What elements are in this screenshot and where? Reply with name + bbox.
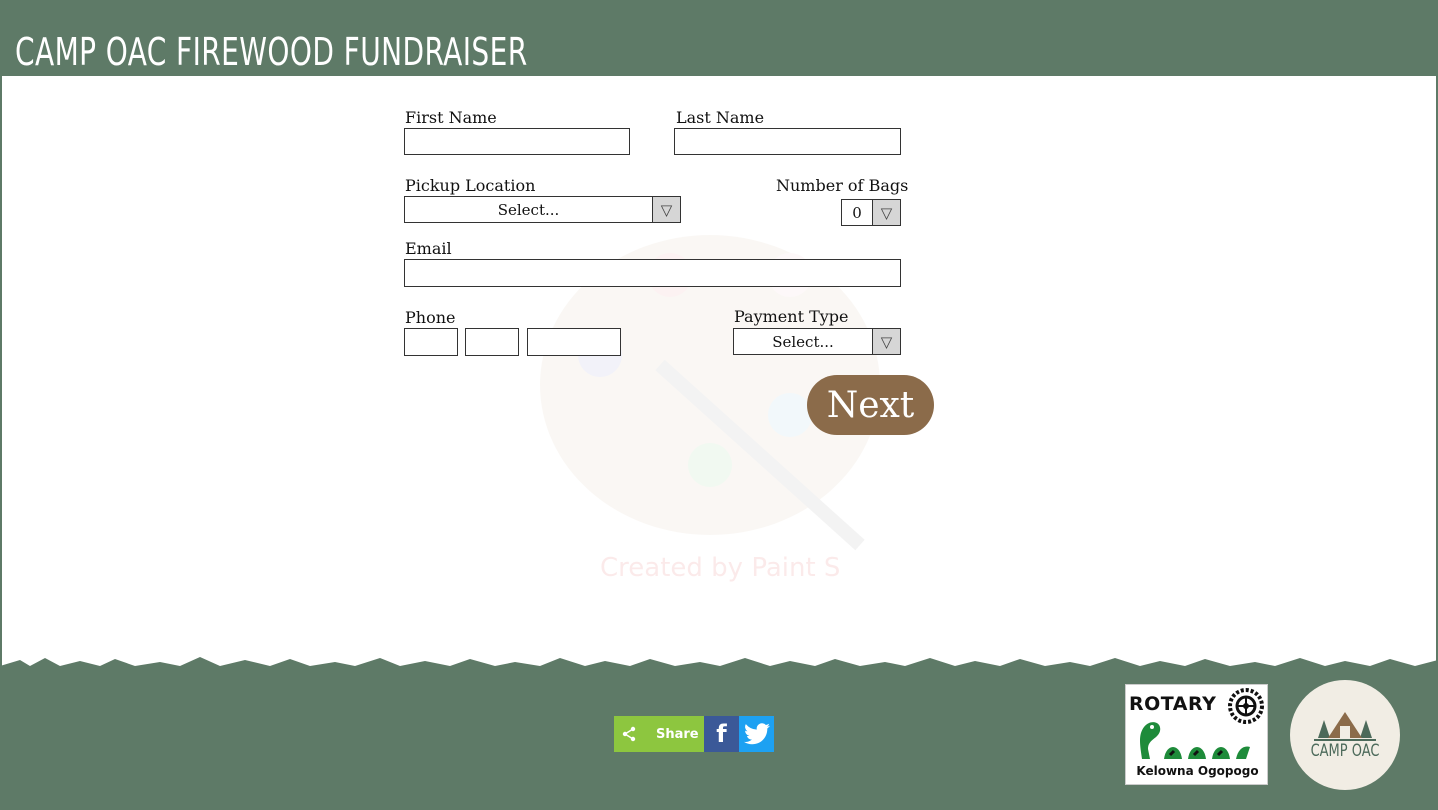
pickup-location-label: Pickup Location bbox=[405, 176, 536, 195]
header-bar: CAMP OAC FIREWOOD FUNDRAISER bbox=[0, 0, 1438, 76]
last-name-field[interactable] bbox=[674, 128, 901, 155]
chevron-down-icon[interactable]: ▽ bbox=[652, 197, 680, 222]
number-of-bags-value: 0 bbox=[852, 203, 862, 222]
camp-oac-wordmark: CAMP OAC bbox=[1310, 741, 1380, 761]
phone-prefix-field[interactable] bbox=[465, 328, 519, 356]
number-of-bags-label: Number of Bags bbox=[776, 176, 909, 195]
email-field[interactable] bbox=[404, 259, 901, 287]
payment-type-select[interactable]: Select... ▽ bbox=[733, 328, 901, 355]
cabin-icon bbox=[1314, 712, 1376, 741]
share-button[interactable]: Share bbox=[614, 716, 704, 752]
first-name-label: First Name bbox=[405, 108, 497, 127]
camp-oac-logo: CAMP OAC bbox=[1290, 680, 1400, 790]
number-of-bags-select[interactable]: 0 ▽ bbox=[841, 199, 901, 226]
chevron-down-icon[interactable]: ▽ bbox=[872, 329, 900, 354]
rotary-logo: ROTARY Kelowna Ogopogo bbox=[1125, 684, 1268, 785]
pickup-location-select[interactable]: Select... ▽ bbox=[404, 196, 681, 223]
first-name-field[interactable] bbox=[404, 128, 630, 155]
pickup-location-value: Select... bbox=[497, 200, 560, 219]
share-label: Share bbox=[656, 726, 699, 742]
share-bar: Share f bbox=[614, 716, 774, 752]
payment-type-label: Payment Type bbox=[734, 307, 849, 326]
rotary-wordmark: ROTARY bbox=[1129, 693, 1217, 715]
email-label: Email bbox=[405, 239, 452, 258]
next-button[interactable]: Next bbox=[807, 375, 934, 435]
ogopogo-icon bbox=[1140, 722, 1250, 759]
facebook-icon[interactable]: f bbox=[704, 716, 739, 752]
share-icon bbox=[614, 726, 644, 742]
page-title: CAMP OAC FIREWOOD FUNDRAISER bbox=[15, 30, 528, 74]
watermark-text: Created by Paint S bbox=[600, 553, 841, 583]
last-name-label: Last Name bbox=[676, 108, 765, 127]
twitter-icon[interactable] bbox=[739, 716, 774, 752]
payment-type-value: Select... bbox=[772, 332, 834, 351]
phone-line-field[interactable] bbox=[527, 328, 621, 356]
rotary-club-name: Kelowna Ogopogo bbox=[1136, 764, 1259, 778]
phone-area-code-field[interactable] bbox=[404, 328, 458, 356]
chevron-down-icon[interactable]: ▽ bbox=[872, 200, 900, 225]
phone-label: Phone bbox=[405, 308, 456, 327]
